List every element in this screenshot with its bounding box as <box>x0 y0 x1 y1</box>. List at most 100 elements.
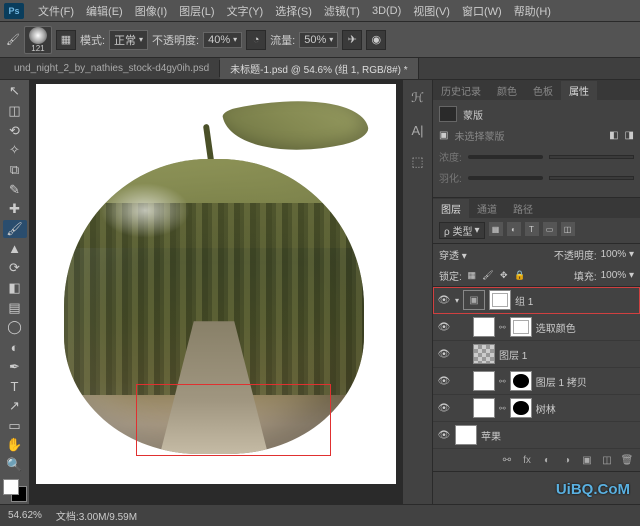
brush-panel-toggle[interactable]: ▦ <box>56 30 76 50</box>
blend-mode-dropdown[interactable]: 正常▾ <box>109 30 148 50</box>
opacity-dropdown[interactable]: 40%▾ <box>203 32 242 48</box>
foreground-color[interactable] <box>3 479 19 495</box>
fill-dropdown[interactable]: 100% ▾ <box>601 270 634 281</box>
pressure-size-icon[interactable]: ◉ <box>366 30 386 50</box>
menu-file[interactable]: 文件(F) <box>32 1 80 21</box>
tab-paths[interactable]: 路径 <box>505 199 541 218</box>
layer-row[interactable]: 👁⚯图层 1 拷贝 <box>433 368 640 395</box>
visibility-toggle[interactable]: 👁 <box>437 322 451 333</box>
tab-swatches[interactable]: 色板 <box>525 81 561 100</box>
menu-window[interactable]: 窗口(W) <box>456 1 508 21</box>
menu-3d[interactable]: 3D(D) <box>366 3 407 19</box>
brush-preset-picker[interactable]: 121 <box>24 26 52 54</box>
delete-layer-icon[interactable]: 🗑 <box>620 453 634 467</box>
document-tab-1[interactable]: und_night_2_by_nathies_stock-d4gy0ih.psd <box>4 60 220 77</box>
tab-history[interactable]: 历史记录 <box>433 81 489 100</box>
lock-position-icon[interactable]: ✥ <box>498 270 510 282</box>
tab-properties[interactable]: 属性 <box>561 81 597 100</box>
eraser-tool[interactable]: ◧ <box>3 279 27 298</box>
doc-size[interactable]: 文档:3.00M/9.59M <box>56 508 137 523</box>
layer-row[interactable]: 👁⚯选取颜色 <box>433 314 640 341</box>
lasso-tool[interactable]: ⟲ <box>3 121 27 140</box>
layer-fx-icon[interactable]: fx <box>520 453 534 467</box>
layer-row[interactable]: 👁⚯树林 <box>433 395 640 422</box>
pixel-mask-icon[interactable]: ◧ <box>609 130 618 141</box>
filter-pixel-icon[interactable]: ▦ <box>489 222 503 236</box>
blur-tool[interactable]: ◯ <box>3 318 27 337</box>
menu-help[interactable]: 帮助(H) <box>508 1 557 21</box>
add-mask-icon[interactable]: ◐ <box>540 453 554 467</box>
hand-tool[interactable]: ✋ <box>3 436 27 455</box>
layer-mask-thumb[interactable] <box>489 290 511 310</box>
visibility-toggle[interactable]: 👁 <box>437 403 451 414</box>
layer-name[interactable]: 树林 <box>536 401 636 416</box>
layer-name[interactable]: 组 1 <box>515 293 636 308</box>
lock-pixels-icon[interactable]: 🖌 <box>482 270 494 282</box>
visibility-toggle[interactable]: 👁 <box>437 295 451 306</box>
canvas[interactable] <box>36 84 396 484</box>
document-tab-2[interactable]: 未标题-1.psd @ 54.6% (组 1, RGB/8#) * <box>220 58 418 79</box>
layer-name[interactable]: 图层 1 拷贝 <box>536 374 636 389</box>
filter-smart-icon[interactable]: ◫ <box>561 222 575 236</box>
pen-tool[interactable]: ✒ <box>3 357 27 376</box>
tab-color[interactable]: 颜色 <box>489 81 525 100</box>
tab-layers[interactable]: 图层 <box>433 199 469 218</box>
type-tool[interactable]: T <box>3 377 27 396</box>
visibility-toggle[interactable]: 👁 <box>437 430 451 441</box>
flow-dropdown[interactable]: 50%▾ <box>299 32 338 48</box>
pressure-opacity-icon[interactable]: ◔ <box>246 30 266 50</box>
visibility-toggle[interactable]: 👁 <box>437 349 451 360</box>
layer-name[interactable]: 选取颜色 <box>536 320 636 335</box>
lock-transparency-icon[interactable]: ▦ <box>466 270 478 282</box>
layer-row[interactable]: 👁▾▣组 1 <box>433 287 640 314</box>
new-group-icon[interactable]: ▣ <box>580 453 594 467</box>
marquee-tool[interactable]: ◫ <box>3 102 27 121</box>
menu-image[interactable]: 图像(I) <box>129 1 173 21</box>
layer-name[interactable]: 图层 1 <box>499 347 636 362</box>
feather-slider[interactable] <box>468 176 543 180</box>
eyedropper-tool[interactable]: ✎ <box>3 180 27 199</box>
layer-mask-thumb[interactable] <box>510 398 532 418</box>
char-panel-icon[interactable]: ℋ <box>408 88 428 108</box>
healing-tool[interactable]: ✚ <box>3 200 27 219</box>
filter-shape-icon[interactable]: ▭ <box>543 222 557 236</box>
new-adjustment-icon[interactable]: ◑ <box>560 453 574 467</box>
filter-adjust-icon[interactable]: ◐ <box>507 222 521 236</box>
visibility-toggle[interactable]: 👁 <box>437 376 451 387</box>
path-tool[interactable]: ↗ <box>3 397 27 416</box>
shape-tool[interactable]: ▭ <box>3 416 27 435</box>
menu-filter[interactable]: 滤镜(T) <box>318 1 366 21</box>
lock-all-icon[interactable]: 🔒 <box>514 270 526 282</box>
chevron-down-icon[interactable]: ▾ <box>455 296 459 305</box>
filter-type-icon[interactable]: T <box>525 222 539 236</box>
paragraph-panel-icon[interactable]: A| <box>408 120 428 140</box>
stamp-tool[interactable]: ▲ <box>3 239 27 258</box>
menu-layer[interactable]: 图层(L) <box>173 1 220 21</box>
feather-input[interactable] <box>549 176 634 180</box>
gradient-tool[interactable]: ▤ <box>3 298 27 317</box>
airbrush-icon[interactable]: ✈ <box>342 30 362 50</box>
new-layer-icon[interactable]: ◫ <box>600 453 614 467</box>
brush-tool-icon[interactable]: 🖌 <box>6 33 20 46</box>
layer-blend-dropdown[interactable]: 穿透 ▾ <box>439 247 550 262</box>
brush-tool[interactable]: 🖌 <box>3 220 27 239</box>
layer-mask-thumb[interactable] <box>510 371 532 391</box>
move-tool[interactable]: ↖ <box>3 82 27 101</box>
layer-row[interactable]: 👁 图层 1 <box>433 341 640 368</box>
layer-opacity-dropdown[interactable]: 100% ▾ <box>601 249 634 260</box>
layer-mask-thumb[interactable] <box>510 317 532 337</box>
color-swatch[interactable] <box>3 479 27 501</box>
layer-filter-dropdown[interactable]: ρ 类型 ▾ <box>439 222 485 239</box>
density-slider[interactable] <box>468 155 543 159</box>
link-layers-icon[interactable]: ⚯ <box>500 453 514 467</box>
tab-channels[interactable]: 通道 <box>469 199 505 218</box>
menu-edit[interactable]: 编辑(E) <box>80 1 129 21</box>
density-input[interactable] <box>549 155 634 159</box>
menu-select[interactable]: 选择(S) <box>269 1 318 21</box>
wand-tool[interactable]: ✧ <box>3 141 27 160</box>
zoom-tool[interactable]: 🔍 <box>3 456 27 475</box>
menu-type[interactable]: 文字(Y) <box>221 1 270 21</box>
history-brush-tool[interactable]: ⟳ <box>3 259 27 278</box>
zoom-value[interactable]: 54.62% <box>8 510 42 521</box>
layer-row[interactable]: 👁苹果 <box>433 422 640 449</box>
